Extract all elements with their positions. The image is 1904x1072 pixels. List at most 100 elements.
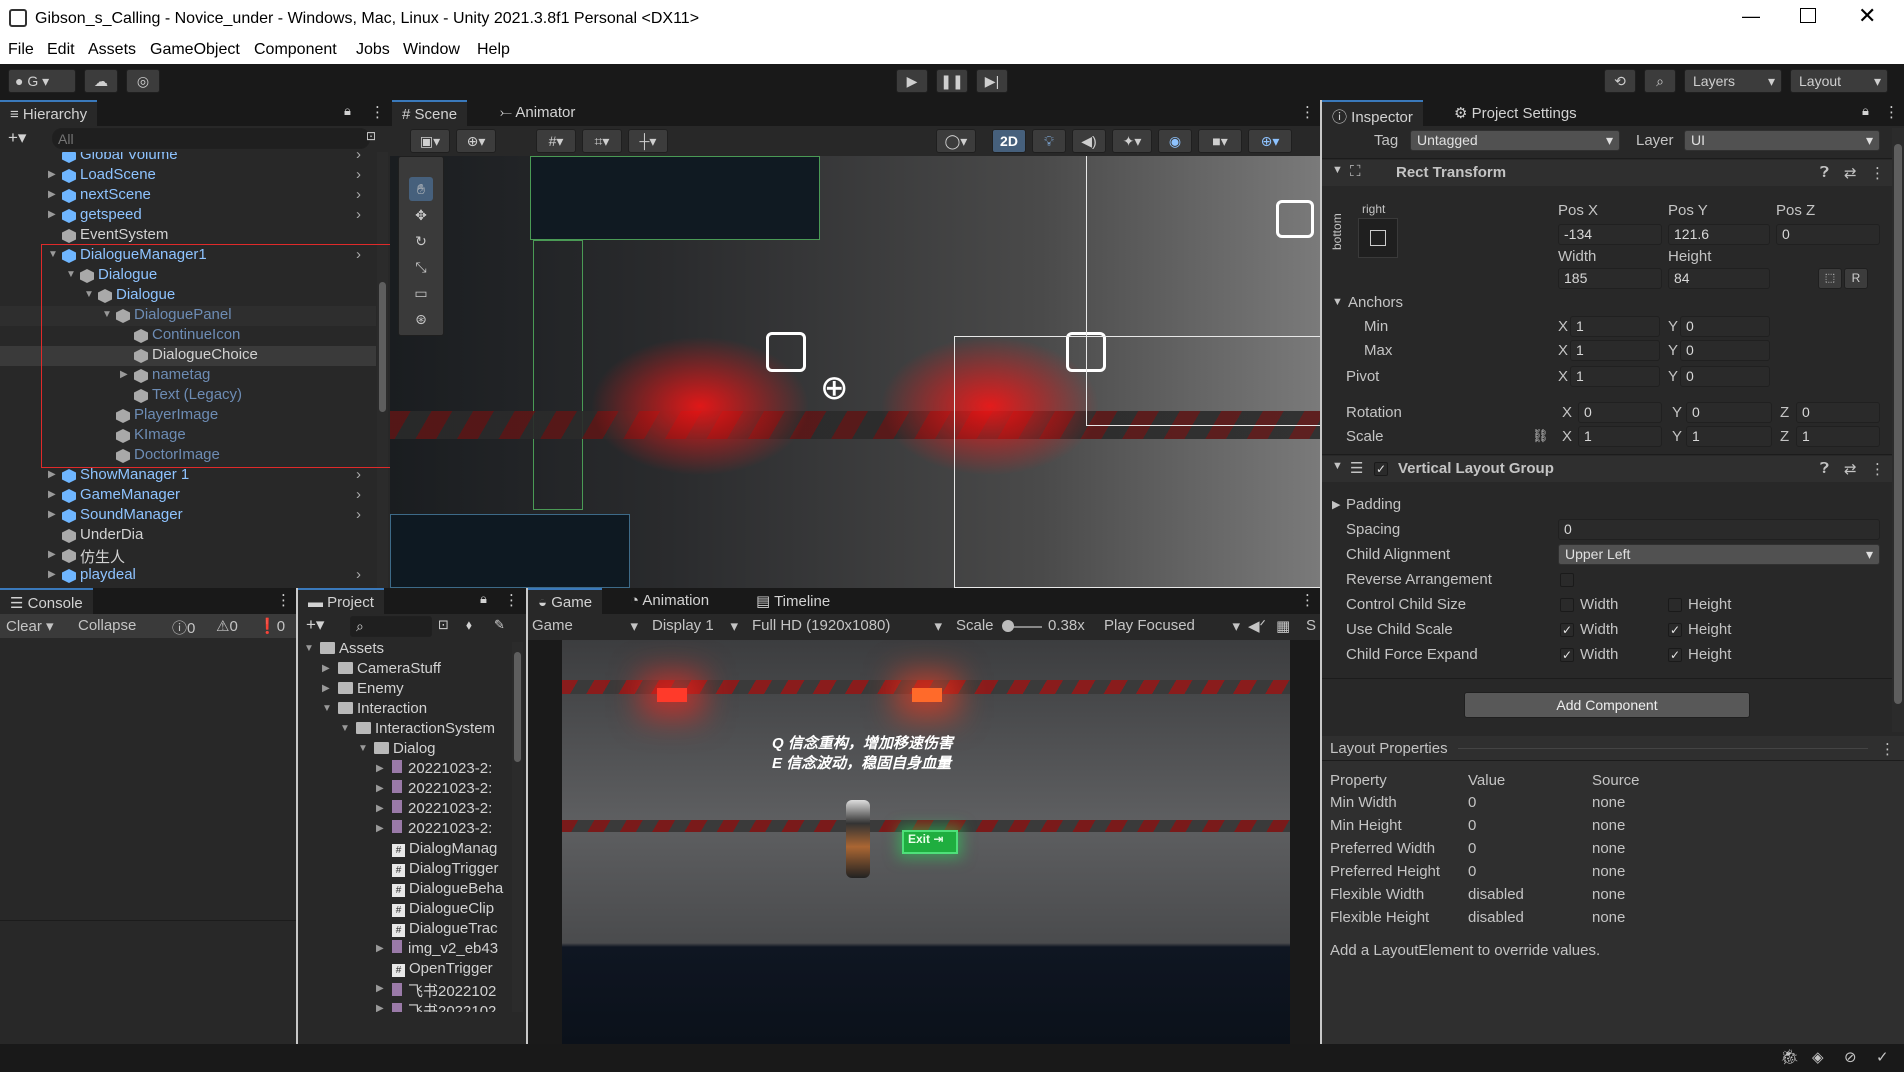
chevron-right-icon[interactable]: › (356, 566, 361, 583)
scroll-thumb[interactable] (379, 282, 386, 412)
project-item[interactable]: # DialogueTrac (298, 920, 512, 940)
audio-button[interactable]: ◀) (1072, 129, 1106, 153)
transform-tool-icon[interactable]: ⊛ (409, 307, 433, 331)
project-item[interactable]: ▼ Dialog (298, 740, 512, 760)
expand-width-checkbox[interactable]: ✓ (1560, 648, 1574, 662)
tab-hierarchy[interactable]: ≡ Hierarchy (0, 100, 98, 126)
project-item[interactable]: ▶ 飞书2022102 (298, 1000, 512, 1012)
raw-edit-button[interactable]: R (1844, 268, 1868, 289)
kebab-menu-icon[interactable]: ⋮ (1300, 591, 1315, 609)
inspector-scrollbar[interactable] (1892, 128, 1904, 732)
kebab-menu-icon[interactable]: ⋮ (504, 591, 519, 609)
move-tool-icon[interactable]: ✥ (409, 203, 433, 227)
control-width-checkbox[interactable] (1560, 598, 1574, 612)
project-item[interactable]: ▶ 飞书2022102 (298, 980, 512, 1000)
pivot-y-field[interactable]: 0 (1680, 366, 1770, 387)
layout-dropdown[interactable]: Layout ▾ (1790, 69, 1888, 93)
favorite-icon[interactable]: ✎ (494, 617, 505, 633)
collab-button[interactable]: ◎ (126, 69, 160, 93)
foldout-arrow-icon[interactable]: ▶ (376, 763, 388, 774)
tab-project[interactable]: ▬ Project (298, 588, 384, 614)
chevron-right-icon[interactable]: › (356, 466, 361, 483)
foldout-arrow-icon[interactable]: ▼ (304, 643, 316, 654)
foldout-arrow-icon[interactable]: ▼ (102, 309, 114, 320)
kebab-menu-icon[interactable]: ⋮ (1300, 103, 1315, 121)
cloud-button[interactable]: ☁ (84, 69, 118, 93)
chevron-right-icon[interactable]: › (356, 186, 361, 203)
menu-assets[interactable]: Assets (88, 41, 136, 59)
foldout-arrow-icon[interactable]: ▼ (322, 703, 334, 714)
foldout-arrow-icon[interactable]: ▶ (1332, 498, 1340, 511)
tab-project-settings[interactable]: ⚙ Project Settings (1444, 100, 1587, 126)
lighting-button[interactable]: 💡︎ (1032, 129, 1066, 153)
spacing-field[interactable]: 0 (1558, 519, 1880, 540)
project-item[interactable]: ▶ 20221023-2: (298, 820, 512, 840)
chevron-right-icon[interactable]: › (356, 486, 361, 503)
menu-component[interactable]: Component (254, 41, 337, 59)
project-item[interactable]: ▶ 20221023-2: (298, 760, 512, 780)
foldout-arrow-icon[interactable]: ▶ (376, 983, 388, 994)
hierarchy-item[interactable]: DialogueChoice (0, 346, 376, 366)
menu-help[interactable]: Help (477, 41, 510, 59)
shading-button[interactable]: ◯▾ (936, 129, 976, 153)
foldout-arrow-icon[interactable]: ▶ (376, 943, 388, 954)
kebab-menu-icon[interactable]: ⋮ (1880, 740, 1895, 758)
lock-icon[interactable]: 🔒︎ (480, 591, 487, 607)
scale-y-field[interactable]: 1 (1686, 426, 1772, 447)
foldout-arrow-icon[interactable]: ▶ (48, 489, 60, 500)
layers-dropdown[interactable]: Layers ▾ (1684, 69, 1782, 93)
search-options-icon[interactable]: ⊡ (366, 129, 376, 143)
tab-animator[interactable]: ⤚ Animator (490, 100, 585, 126)
hierarchy-item[interactable]: Text (Legacy) (0, 386, 376, 406)
scale-tool-icon[interactable]: ⤡ (409, 255, 433, 279)
foldout-arrow-icon[interactable]: ▶ (376, 783, 388, 794)
chevron-right-icon[interactable]: › (356, 166, 361, 183)
minimize-icon[interactable]: — (1742, 6, 1760, 27)
hierarchy-item[interactable]: ▼ Dialogue (0, 266, 376, 286)
project-item[interactable]: ▶ CameraStuff (298, 660, 512, 680)
link-icon[interactable]: ⛓︎ (1532, 428, 1549, 444)
hierarchy-item[interactable]: ▶ SoundManager › (0, 506, 376, 526)
foldout-arrow-icon[interactable]: ▶ (48, 549, 60, 560)
hierarchy-item[interactable]: ▶ LoadScene › (0, 166, 376, 186)
debug-mode-icon[interactable]: 🐞︎ (1780, 1048, 1799, 1066)
tab-animation[interactable]: ◔ Animation (620, 588, 719, 614)
pivot-x-field[interactable]: 1 (1570, 366, 1660, 387)
foldout-arrow-icon[interactable]: ▼ (340, 723, 352, 734)
globe-gizmo-icon[interactable]: ⊕ (820, 368, 849, 408)
hierarchy-item[interactable]: ▼ DialogueManager1 › (0, 246, 376, 266)
tab-timeline[interactable]: ▤ Timeline (746, 588, 840, 614)
history-button[interactable]: ⟲ (1604, 69, 1636, 93)
foldout-arrow-icon[interactable]: ▼ (1332, 460, 1343, 472)
preset-icon[interactable]: ⇄ (1844, 164, 1857, 182)
expand-height-checkbox[interactable]: ✓ (1668, 648, 1682, 662)
foldout-arrow-icon[interactable]: ▼ (66, 269, 78, 280)
rotation-x-field[interactable]: 0 (1578, 402, 1662, 423)
chevron-right-icon[interactable]: › (356, 506, 361, 523)
hierarchy-item[interactable]: Global Volume › (0, 152, 376, 166)
warning-count-toggle[interactable]: ⚠0 (216, 617, 238, 635)
tab-console[interactable]: ☰ Console (0, 588, 93, 614)
project-scrollbar[interactable] (512, 642, 523, 1012)
collapse-button[interactable]: Collapse (78, 617, 136, 634)
menu-edit[interactable]: Edit (47, 41, 75, 59)
ruler-button[interactable]: ┼▾ (628, 129, 668, 153)
foldout-arrow-icon[interactable]: ▶ (376, 1003, 388, 1012)
rect-transform-header[interactable]: ▼ ⛶ Rect Transform ❓︎ ⇄ ⋮ (1322, 160, 1892, 186)
tab-scene[interactable]: # Scene (392, 100, 468, 126)
gizmos-button[interactable]: ⊕▾ (1248, 129, 1292, 153)
project-item[interactable]: ▶ 20221023-2: (298, 780, 512, 800)
pause-button[interactable]: ❚❚ (936, 69, 968, 93)
hierarchy-item[interactable]: ContinueIcon (0, 326, 376, 346)
progress-icon[interactable]: ⊘ (1844, 1048, 1857, 1066)
game-mode-dropdown[interactable]: Game ▾ (532, 617, 638, 635)
foldout-arrow-icon[interactable]: ▼ (358, 743, 370, 754)
child-alignment-dropdown[interactable]: Upper Left ▾ (1558, 544, 1880, 565)
control-height-checkbox[interactable] (1668, 598, 1682, 612)
menu-file[interactable]: File (8, 41, 34, 59)
add-icon[interactable]: +▾ (8, 128, 26, 148)
anchor-min-x-field[interactable]: 1 (1570, 316, 1660, 337)
scale-slider-handle[interactable] (1002, 620, 1014, 632)
add-component-button[interactable]: Add Component (1464, 692, 1750, 718)
foldout-arrow-icon[interactable]: ▶ (322, 683, 334, 694)
